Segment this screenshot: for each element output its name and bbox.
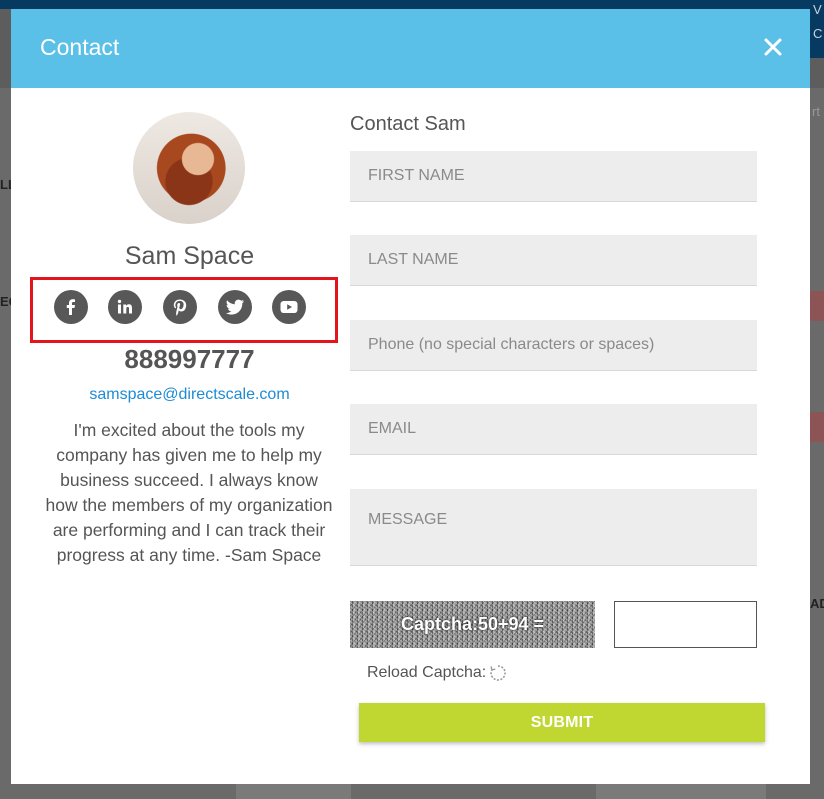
reload-icon: [490, 665, 507, 681]
background-topbar: [0, 0, 824, 9]
avatar: [133, 112, 245, 224]
phone-field[interactable]: [350, 320, 757, 371]
last-name-field[interactable]: [350, 235, 757, 286]
youtube-link[interactable]: [272, 290, 306, 324]
close-button[interactable]: [759, 33, 787, 61]
captcha-answer-field[interactable]: [614, 601, 757, 648]
background-red-block: [810, 291, 824, 321]
background-red-block: [810, 412, 824, 442]
twitter-link[interactable]: [218, 290, 252, 324]
background-right-strip: [810, 88, 824, 799]
background-topbar-corner: V C: [810, 0, 824, 58]
reload-captcha-button[interactable]: Reload Captcha:: [367, 663, 508, 683]
captcha-image: Captcha:50+94 =: [350, 601, 595, 648]
background-card: [236, 784, 351, 799]
background-fragment: AD: [810, 596, 824, 611]
email-field[interactable]: [350, 404, 757, 455]
message-field[interactable]: [350, 489, 757, 566]
linkedin-icon: [117, 299, 132, 314]
close-icon: [764, 38, 782, 56]
first-name-field[interactable]: [350, 151, 757, 202]
profile-name: Sam Space: [124, 242, 255, 270]
profile-email-link[interactable]: samspace@directscale.com: [11, 386, 368, 404]
modal-title: Contact: [40, 34, 120, 60]
modal-header: Contact: [11, 9, 810, 88]
facebook-icon: [66, 299, 75, 315]
background-fragment: rt: [812, 104, 820, 119]
captcha-text: Captcha:50+94 =: [400, 614, 545, 634]
pinterest-icon: [173, 299, 187, 316]
twitter-icon: [225, 299, 244, 315]
form-title: Contact Sam: [350, 113, 466, 135]
contact-modal: Contact Sam Space 888997777 samspace@dir…: [11, 9, 810, 784]
background-letter: C: [813, 26, 823, 41]
facebook-link[interactable]: [54, 290, 88, 324]
background-card: [596, 784, 766, 799]
background-letter: V: [813, 2, 822, 17]
profile-bio: I'm excited about the tools my company h…: [45, 420, 333, 565]
linkedin-link[interactable]: [108, 290, 142, 324]
pinterest-link[interactable]: [163, 290, 197, 324]
youtube-icon: [280, 301, 298, 313]
submit-button[interactable]: SUBMIT: [359, 703, 765, 742]
reload-captcha-label: Reload Captcha:: [367, 664, 487, 681]
profile-phone: 888997777: [124, 344, 255, 374]
